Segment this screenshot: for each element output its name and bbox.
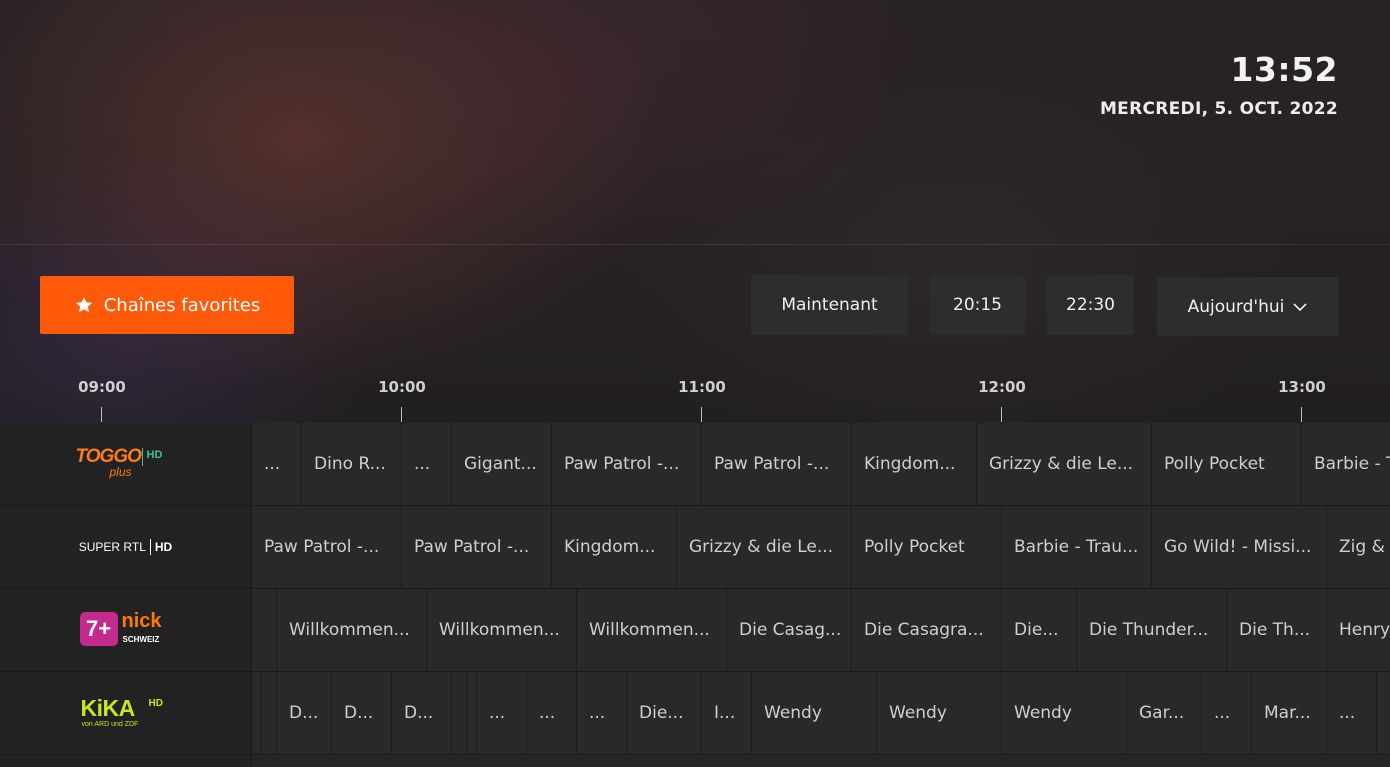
chevron-down-icon [1293,302,1307,311]
current-date: MERCREDI, 5. OCT. 2022 [1099,99,1338,119]
channel-logo-superrtl[interactable]: SUPER RTL HD [0,506,252,588]
channel-row-superrtl: SUPER RTL HD Paw Patrol -... Paw Patrol … [0,506,1390,588]
program-cell[interactable]: Paw Patrol -... [402,506,552,588]
program-cell[interactable] [452,672,467,754]
program-cell[interactable]: Die Casag... [727,589,852,671]
time-2015-button[interactable]: 20:15 [930,275,1025,335]
program-cell[interactable]: D... [392,672,452,754]
program-cell[interactable]: ... [402,423,452,505]
kika-logo-hd: HD [148,698,163,709]
program-cell[interactable]: ... [1202,672,1252,754]
program-cell[interactable]: Grizzy & die Le... [977,423,1152,505]
program-cell[interactable]: D... [277,672,332,754]
nick-logo-word: nick [121,610,162,632]
program-cell[interactable]: D... [332,672,392,754]
program-cell[interactable]: Die... [1002,589,1077,671]
program-cell[interactable]: Wendy [877,672,1002,754]
program-cell[interactable]: Go Wild! - Missi... [1152,506,1327,588]
kika-logo-word: KiKA [80,695,136,721]
channel-row-toggo: TOGGO plus HD ... Dino R... ... Gigant..… [0,423,1390,505]
program-cell[interactable]: ... [1327,672,1377,754]
program-cell[interactable]: Wendy [752,672,877,754]
nick-logo-seven: 7+ [79,612,118,646]
channel-row-partial [0,755,1390,767]
timeline-tick-mark [1001,407,1002,422]
timeline-tick-label: 12:00 [978,378,1026,396]
program-cell[interactable]: ... [477,672,527,754]
program-cell[interactable]: Kingdom... [852,423,977,505]
program-cell[interactable]: Paw Patrol -... [552,423,702,505]
superrtl-logo: SUPER RTL HD [79,539,172,555]
header-divider [0,244,1390,245]
favorite-channels-button[interactable]: Chaînes favorites [40,276,294,334]
epg-grid: TOGGO plus HD ... Dino R... ... Gigant..… [0,423,1390,767]
channel-logo-toggo[interactable]: TOGGO plus HD [0,423,252,505]
program-cell[interactable]: Die Casagra... [852,589,1002,671]
channel-logo-nick[interactable]: 7+ nick SCHWEIZ [0,589,252,671]
program-cell[interactable] [262,672,277,754]
program-cell[interactable]: Wendy [1002,672,1127,754]
program-cell[interactable]: Zig & S [1327,506,1390,588]
nick-logo: 7+ nick SCHWEIZ [79,610,172,648]
toggo-logo-plus: plus [109,465,132,479]
superrtl-logo-word: SUPER RTL [78,540,146,554]
program-cell[interactable]: Mar... [1252,672,1327,754]
clock: 13:52 [1230,50,1338,89]
day-select-dropdown[interactable]: Aujourd'hui [1157,277,1339,336]
program-cell[interactable]: Paw Patrol -... [252,506,402,588]
program-cell[interactable]: Barbie - Trau... [1002,506,1152,588]
timeline-tick-mark [401,407,402,422]
program-cell[interactable]: Willkommen... [427,589,577,671]
toggo-logo-divider [141,448,143,466]
channel-logo-partial[interactable] [0,755,252,767]
timeline-tick-mark [701,407,702,422]
program-cell[interactable]: Grizzy & die Le... [677,506,852,588]
program-cell[interactable]: Willkommen... [577,589,727,671]
timeline-tick-label: 13:00 [1278,378,1326,396]
toggo-logo: TOGGO plus HD [76,444,176,484]
program-cell[interactable] [467,672,477,754]
timeline-tick-label: 09:00 [78,378,126,396]
program-cell[interactable]: Gar... [1127,672,1202,754]
timeline-tick-label: 10:00 [378,378,426,396]
kika-logo-sub: von ARD und ZDF [81,721,139,728]
program-cell[interactable]: ... [252,423,302,505]
program-cell[interactable]: Dino R... [302,423,402,505]
program-cell[interactable]: Die... [627,672,702,754]
program-cell[interactable]: Polly Pocket [1152,423,1302,505]
program-cell[interactable]: Kingdom... [552,506,677,588]
timeline-tick-mark [1301,407,1302,422]
program-cell[interactable]: Paw Patrol -... [702,423,852,505]
superrtl-logo-hd: HD [154,540,173,554]
kika-logo: KiKA HD von ARD und ZDF [81,695,171,731]
program-cell[interactable]: Henry [1327,589,1390,671]
program-cell[interactable]: Polly Pocket [852,506,1002,588]
program-cell[interactable] [252,589,277,671]
time-2230-button[interactable]: 22:30 [1047,275,1134,335]
program-cell[interactable]: ... [527,672,577,754]
program-cell[interactable]: I... [702,672,752,754]
program-cell[interactable]: Die Thunder... [1077,589,1227,671]
program-cell[interactable]: Die Th... [1227,589,1327,671]
program-cell[interactable] [1377,672,1390,754]
program-cell[interactable]: ... [577,672,627,754]
day-select-label: Aujourd'hui [1187,296,1285,317]
now-button[interactable]: Maintenant [751,275,908,335]
program-cell[interactable]: Barbie - T [1302,423,1390,505]
toggo-logo-hd: HD [146,449,163,461]
program-cell[interactable] [252,672,262,754]
program-cell[interactable]: Willkommen... [277,589,427,671]
channel-row-kika: KiKA HD von ARD und ZDF D... D... D... .… [0,672,1390,754]
channel-logo-kika[interactable]: KiKA HD von ARD und ZDF [0,672,252,754]
star-icon [75,297,92,313]
program-cell[interactable]: Gigant... [452,423,552,505]
favorite-channels-label: Chaînes favorites [103,294,261,316]
timeline-tick-label: 11:00 [678,378,726,396]
nick-logo-country: SCHWEIZ [122,635,160,644]
timeline-tick-mark [101,407,102,422]
channel-row-nick: 7+ nick SCHWEIZ Willkommen... Willkommen… [0,589,1390,671]
superrtl-logo-divider [149,539,151,555]
